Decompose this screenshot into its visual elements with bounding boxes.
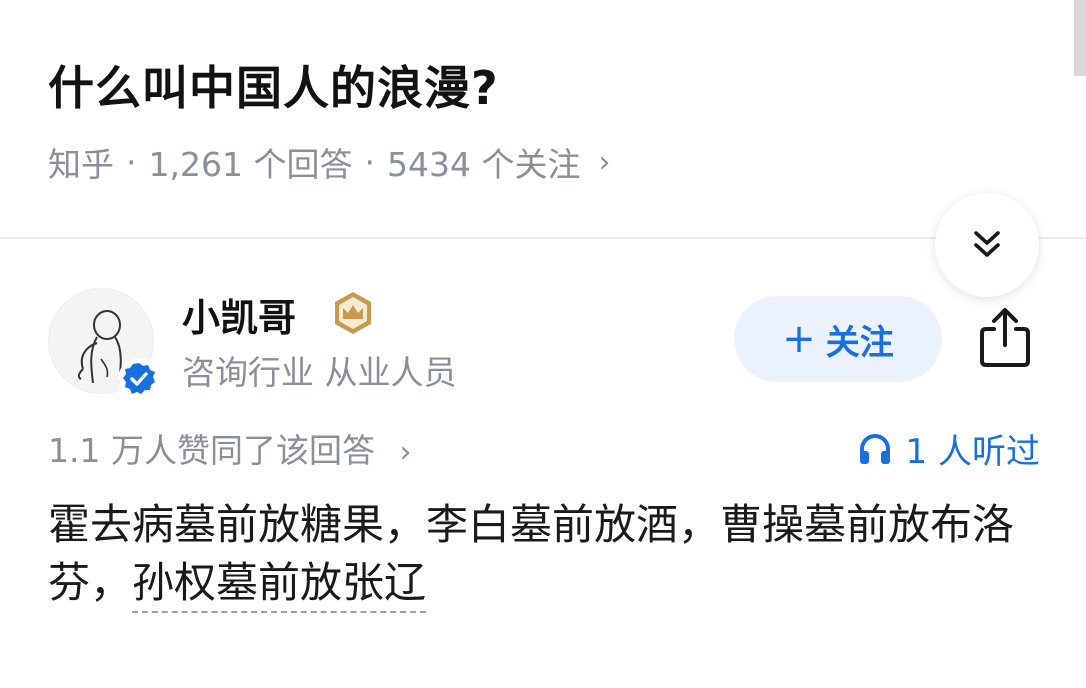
meta-separator: · xyxy=(364,142,375,182)
source-label: 知乎 xyxy=(48,145,114,184)
author-name[interactable]: 小凯哥 xyxy=(182,287,296,342)
verified-badge-icon xyxy=(118,358,160,400)
vote-summary[interactable]: 1.1 万人赞同了该回答 › xyxy=(48,424,411,472)
answer-highlight-link[interactable]: 孙权墓前放张辽 xyxy=(132,558,427,613)
answer-count: 1,261 个回答 xyxy=(148,145,353,184)
meta-separator: · xyxy=(126,142,137,182)
chevron-right-icon: › xyxy=(598,144,611,180)
crown-badge-icon[interactable] xyxy=(330,290,376,336)
follow-label: 关注 xyxy=(825,322,894,363)
answer-page: 什么叫中国人的浪漫? 知乎 · 1,261 个回答 · 5434 个关注 › 小… xyxy=(0,0,1086,688)
answer-content[interactable]: 霍去病墓前放糖果，李白墓前放酒，曹操墓前放布洛芬，孙权墓前放张辽 xyxy=(48,496,1048,613)
headphones-icon xyxy=(859,433,890,464)
follower-count: 5434 个关注 xyxy=(386,145,581,184)
question-meta[interactable]: 知乎 · 1,261 个回答 · 5434 个关注 › xyxy=(48,138,610,186)
share-button[interactable] xyxy=(972,302,1038,372)
collapse-button[interactable] xyxy=(935,193,1039,297)
vote-count: 1.1 万人赞同了该回答 xyxy=(48,431,375,470)
author-bio: 咨询行业 从业人员 xyxy=(182,353,457,392)
listen-indicator[interactable]: 1 人听过 xyxy=(858,424,1040,473)
divider xyxy=(0,237,1086,239)
follow-button[interactable]: + 关注 xyxy=(734,296,942,382)
plus-icon: + xyxy=(782,316,816,362)
double-chevron-down-icon xyxy=(974,231,1000,257)
chevron-right-icon: › xyxy=(399,435,412,470)
listen-count: 1 人听过 xyxy=(905,432,1040,472)
question-title[interactable]: 什么叫中国人的浪漫? xyxy=(48,52,499,118)
scrollbar[interactable] xyxy=(1074,0,1086,76)
share-icon xyxy=(980,308,1030,367)
